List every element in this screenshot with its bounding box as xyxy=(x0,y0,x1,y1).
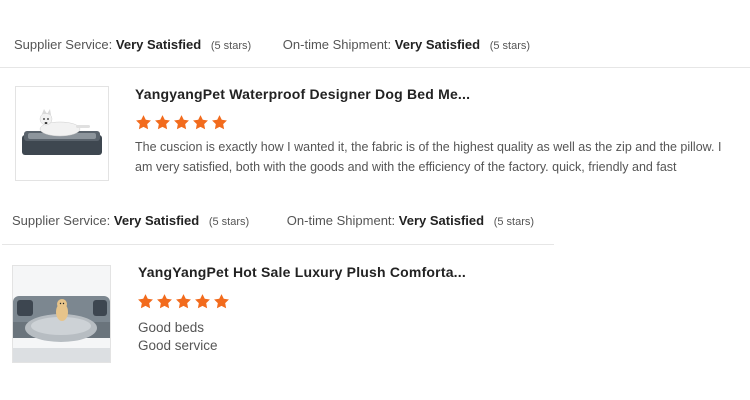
supplier-service-label: Supplier Service: xyxy=(12,213,111,228)
shipment-rating: On-time Shipment: Very Satisfied (5 star… xyxy=(283,37,530,52)
star-icon xyxy=(155,115,170,130)
rating-stars xyxy=(137,293,230,310)
divider xyxy=(0,67,750,68)
dog-bed-image xyxy=(16,87,108,180)
star-icon xyxy=(176,294,191,309)
supplier-service-stars: (5 stars) xyxy=(210,40,252,52)
supplier-rating-row: Supplier Service: Very Satisfied (5 star… xyxy=(12,213,534,228)
supplier-service-stars: (5 stars) xyxy=(208,216,250,228)
star-icon xyxy=(212,115,227,130)
star-icon xyxy=(174,115,189,130)
supplier-service-rating: Supplier Service: Very Satisfied (5 star… xyxy=(14,37,251,52)
review-text-line: Good beds xyxy=(138,320,205,335)
star-icon xyxy=(195,294,210,309)
plush-bed-image xyxy=(13,266,110,362)
star-icon xyxy=(214,294,229,309)
shipment-rating: On-time Shipment: Very Satisfied (5 star… xyxy=(287,213,534,228)
supplier-service-label: Supplier Service: xyxy=(14,37,113,52)
rating-stars xyxy=(135,114,228,131)
star-icon xyxy=(157,294,172,309)
review-text: The cuscion is exactly how I wanted it, … xyxy=(135,140,722,174)
star-icon xyxy=(138,294,153,309)
divider xyxy=(2,244,554,245)
supplier-service-value: Very Satisfied xyxy=(113,213,200,228)
shipment-stars: (5 stars) xyxy=(493,216,535,228)
star-icon xyxy=(193,115,208,130)
shipment-value: Very Satisfied xyxy=(398,213,485,228)
shipment-label: On-time Shipment: xyxy=(282,37,392,52)
review-text-line: Good service xyxy=(138,338,218,353)
shipment-stars: (5 stars) xyxy=(489,40,531,52)
shipment-label: On-time Shipment: xyxy=(286,213,396,228)
product-title-link[interactable]: YangYangPet Hot Sale Luxury Plush Comfor… xyxy=(138,264,466,280)
star-icon xyxy=(136,115,151,130)
supplier-service-value: Very Satisfied xyxy=(115,37,202,52)
product-title-link[interactable]: YangyangPet Waterproof Designer Dog Bed … xyxy=(135,86,470,102)
product-thumbnail[interactable] xyxy=(12,265,111,363)
supplier-service-rating: Supplier Service: Very Satisfied (5 star… xyxy=(12,213,249,228)
supplier-rating-row: Supplier Service: Very Satisfied (5 star… xyxy=(14,37,530,52)
product-thumbnail[interactable] xyxy=(15,86,109,181)
shipment-value: Very Satisfied xyxy=(394,37,481,52)
